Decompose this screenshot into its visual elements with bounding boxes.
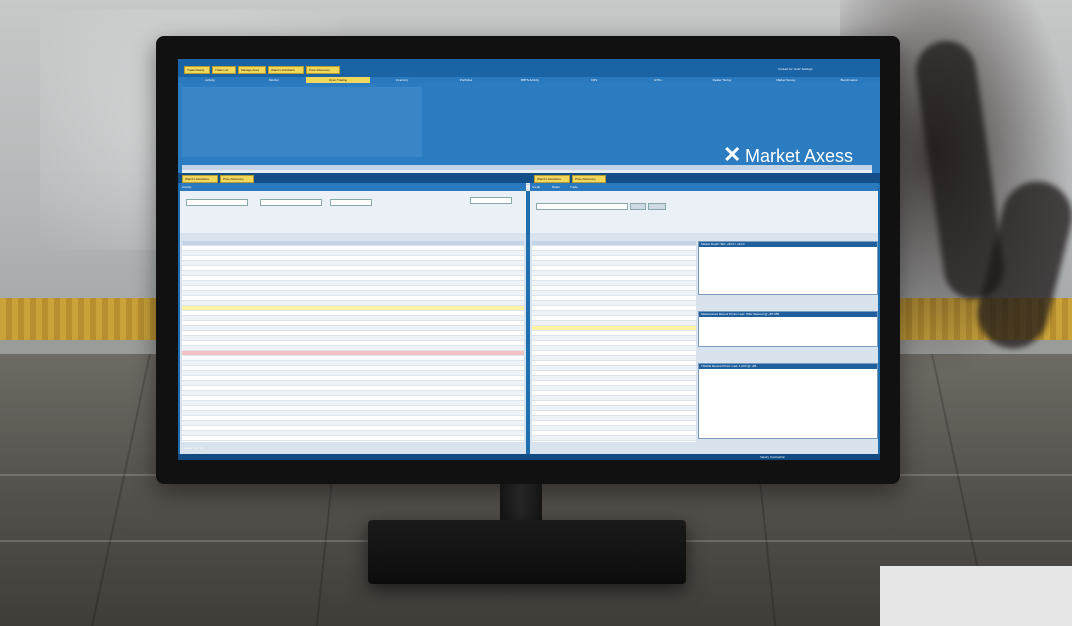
right-credit-panel: Credit Rates Trade Market Depth: Bid: +8… [530,183,878,460]
left-orders-table [182,241,524,442]
search-filter-panel [182,87,422,157]
box-title: Market Depth: Bid: +80.0 / +94.0 [701,242,745,246]
left-panel-tabs: Activity [180,183,526,191]
security-search-input[interactable] [536,203,628,210]
button-label: Watch Lists/Alerts [185,177,209,181]
market-depth-box: Market Depth: Bid: +80.0 / +94.0 [698,241,878,295]
watch-lists-button[interactable]: Watch Lists/Alerts [268,66,304,74]
trade-ready-button[interactable]: Trade Ready [184,66,210,74]
monitor: Trade Ready Trade List Manage Axes Watch… [156,36,900,484]
button-label: Manage Axes [241,68,260,72]
logo-text: Market Axess [745,146,854,166]
button-label: Trade Ready [187,68,205,72]
lower-toolbar: Watch Lists/Alerts Price Discovery Watch… [178,173,880,183]
tab-trade[interactable]: Trade [570,185,600,189]
button-label: Price Discovery [309,68,330,72]
button-label: Trade List [215,68,229,72]
left-tab-label[interactable]: Activity [182,185,522,189]
auto-settings-notice[interactable]: Contact for 'Auto' Settings [778,67,870,74]
right-filter-area [530,191,878,233]
status-right: Inquiry Contraction [760,455,786,459]
sector-select[interactable] [260,199,322,206]
button-label: Watch Lists/Alerts [271,68,295,72]
x-logo-icon: ✕ [723,142,742,167]
left-filter-area [180,191,526,233]
monitor-base [368,520,686,584]
upper-workspace: ✕ Market Axess [178,83,880,191]
table-row[interactable] [532,436,696,441]
right-panel-tabs: Credit Rates Trade [530,183,878,191]
price-discovery-button-left[interactable]: Price Discovery [220,175,254,183]
manage-axes-button[interactable]: Manage Axes [238,66,266,74]
box-title: Marketaxess Recent Prints: Last: Offer W… [701,312,780,316]
box-header: Market Depth: Bid: +80.0 / +94.0 [699,242,877,247]
go-button[interactable] [630,203,646,210]
status-bar: Inquiry Contraction [178,454,880,460]
watch-lists-button-right[interactable]: Watch Lists/Alerts [534,175,570,183]
watch-lists-button-left[interactable]: Watch Lists/Alerts [182,175,218,183]
screen: Trade Ready Trade List Manage Axes Watch… [178,59,880,460]
right-detail-boxes: Market Depth: Bid: +80.0 / +94.0 Marketa… [698,241,878,441]
loans-status: Loans: 11 / 1.1 [184,446,204,450]
rating-select[interactable] [330,199,372,206]
monitor-neck [500,484,542,520]
box-header: TRACE Recent Prints: Last: 1,000 @ +85 [699,364,877,369]
product-select[interactable] [186,199,248,206]
left-trading-panel: Activity Loans: 11 / 1.1 [180,183,526,460]
box-title: TRACE Recent Prints: Last: 1,000 @ +85 [701,364,757,368]
box-header: Marketaxess Recent Prints: Last: Offer W… [699,312,877,317]
right-securities-table [532,241,696,442]
button-label: Watch Lists/Alerts [537,177,561,181]
trace-prints-box: TRACE Recent Prints: Last: 1,000 @ +85 [698,363,878,439]
price-discovery-button[interactable]: Price Discovery [306,66,340,74]
price-discovery-button-right[interactable]: Price Discovery [572,175,606,183]
trade-list-button[interactable]: Trade List [212,66,236,74]
button-label: Price Discovery [575,177,596,181]
clear-button[interactable] [648,203,666,210]
button-label: Price Discovery [223,177,244,181]
watch-list-field[interactable] [470,197,512,204]
table-row[interactable] [182,436,524,441]
recent-prints-box: Marketaxess Recent Prints: Last: Offer W… [698,311,878,347]
top-toolbar: Trade Ready Trade List Manage Axes Watch… [178,59,880,77]
corner-patch [880,566,1072,626]
